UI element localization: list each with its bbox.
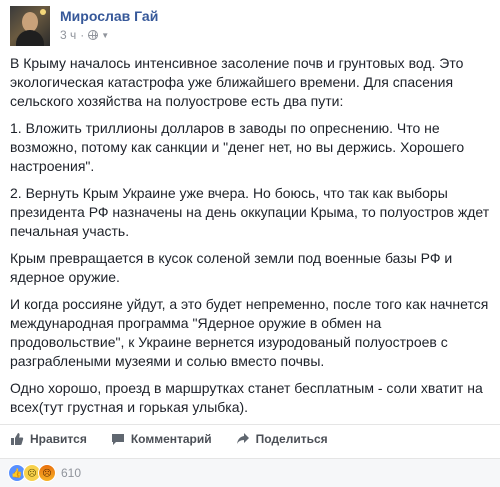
post-meta: 3 ч · ▼ <box>60 28 109 42</box>
comment-button[interactable]: Комментарий <box>111 432 212 446</box>
angry-reaction-icon: ☹ <box>38 464 56 482</box>
comment-label: Комментарий <box>130 432 212 446</box>
post-paragraph: И когда россияне уйдут, а это будет непр… <box>10 296 489 369</box>
avatar[interactable] <box>10 6 50 46</box>
post-paragraph: Одно хорошо, проезд в маршрутках станет … <box>10 380 483 415</box>
reaction-icons[interactable]: 👍 ☹ ☹ <box>8 464 56 482</box>
facebook-post: Мирослав Гай 3 ч · ▼ В Крыму началось ин… <box>0 0 500 487</box>
post-actions: Нравится Комментарий Поделиться <box>0 424 500 453</box>
globe-icon[interactable] <box>88 30 99 40</box>
avatar-lamp <box>40 9 46 15</box>
post-text: В Крыму началось интенсивное засоление п… <box>10 54 494 425</box>
reaction-count[interactable]: 610 <box>61 466 81 480</box>
reactions-bar: 👍 ☹ ☹ 610 <box>0 458 500 487</box>
like-label: Нравится <box>30 432 87 446</box>
avatar-body <box>16 30 44 46</box>
share-button[interactable]: Поделиться <box>236 432 328 446</box>
meta-separator: · <box>80 28 85 42</box>
thumbs-up-icon <box>11 433 24 445</box>
post-header: Мирослав Гай 3 ч · ▼ <box>10 6 490 46</box>
comment-icon <box>111 434 124 445</box>
avatar-face <box>22 12 38 32</box>
share-label: Поделиться <box>255 432 328 446</box>
share-icon <box>236 433 249 444</box>
post-paragraph: 2. Вернуть Крым Украине уже вчера. Но бо… <box>10 185 490 239</box>
post-paragraph: 1. Вложить триллионы долларов в заводы п… <box>10 120 465 174</box>
post-paragraph: В Крыму началось интенсивное засоление п… <box>10 55 464 109</box>
chevron-down-icon[interactable]: ▼ <box>101 31 109 40</box>
author-name[interactable]: Мирослав Гай <box>60 8 158 24</box>
post-time[interactable]: 3 ч <box>60 28 76 42</box>
like-button[interactable]: Нравится <box>10 432 87 446</box>
post-paragraph: Крым превращается в кусок соленой земли … <box>10 250 453 285</box>
